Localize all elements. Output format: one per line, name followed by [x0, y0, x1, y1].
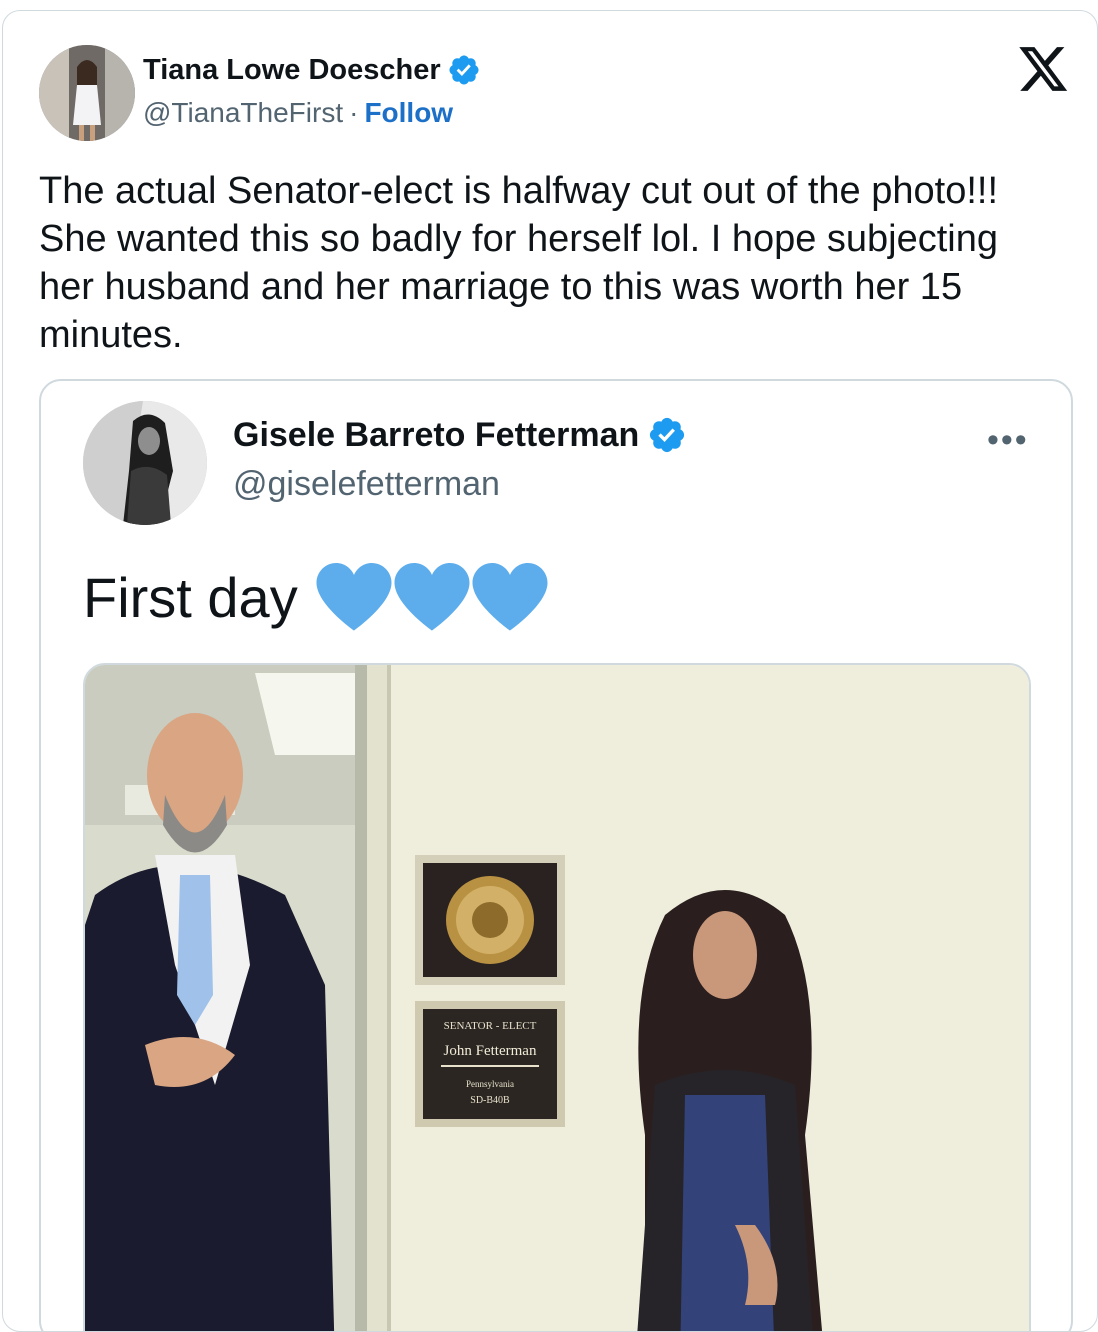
quoted-tweet-text: First day: [83, 563, 550, 631]
quoted-author-avatar[interactable]: [83, 401, 207, 525]
quoted-author-name[interactable]: Gisele Barreto Fetterman: [233, 415, 687, 455]
tweet-text: The actual Senator-elect is halfway cut …: [39, 170, 999, 356]
x-logo-icon[interactable]: [1019, 47, 1069, 93]
verified-badge-icon: [650, 417, 685, 453]
author-handle[interactable]: @TianaTheFirst: [143, 97, 343, 128]
plaque-title: SENATOR - ELECT: [444, 1020, 537, 1032]
blue-heart-icon: [472, 563, 548, 631]
blue-heart-icon: [394, 563, 470, 631]
author-name[interactable]: Tiana Lowe Doescher: [143, 53, 481, 87]
tweet-photo[interactable]: SENATOR - ELECT John Fetterman Pennsylva…: [83, 663, 1031, 1331]
blue-heart-icon: [316, 563, 392, 631]
quoted-tweet[interactable]: Gisele Barreto Fetterman @giselefetterma…: [39, 379, 1073, 1331]
author-avatar[interactable]: [39, 45, 135, 141]
plaque-room: SD-B40B: [470, 1095, 510, 1106]
emoji-row: [316, 563, 550, 631]
tweet-card: Tiana Lowe Doescher @TianaTheFirst · Follo…: [2, 10, 1098, 1332]
plaque-state: Pennsylvania: [466, 1079, 514, 1089]
plaque-name: John Fetterman: [444, 1043, 537, 1059]
photo-scene: SENATOR - ELECT John Fetterman Pennsylva…: [85, 665, 1029, 1331]
more-options-icon[interactable]: •••: [987, 421, 1029, 460]
author-name-text[interactable]: Tiana Lowe Doescher: [143, 54, 441, 87]
quoted-author-handle[interactable]: @giselefetterman: [233, 465, 500, 504]
separator-dot: ·: [349, 97, 359, 128]
quoted-tweet-text-content: First day: [83, 565, 298, 629]
follow-button[interactable]: Follow: [364, 97, 453, 128]
author-handle-row: @TianaTheFirst · Follow: [143, 97, 453, 129]
verified-badge-icon: [449, 55, 479, 85]
quoted-author-name-text[interactable]: Gisele Barreto Fetterman: [233, 416, 639, 455]
